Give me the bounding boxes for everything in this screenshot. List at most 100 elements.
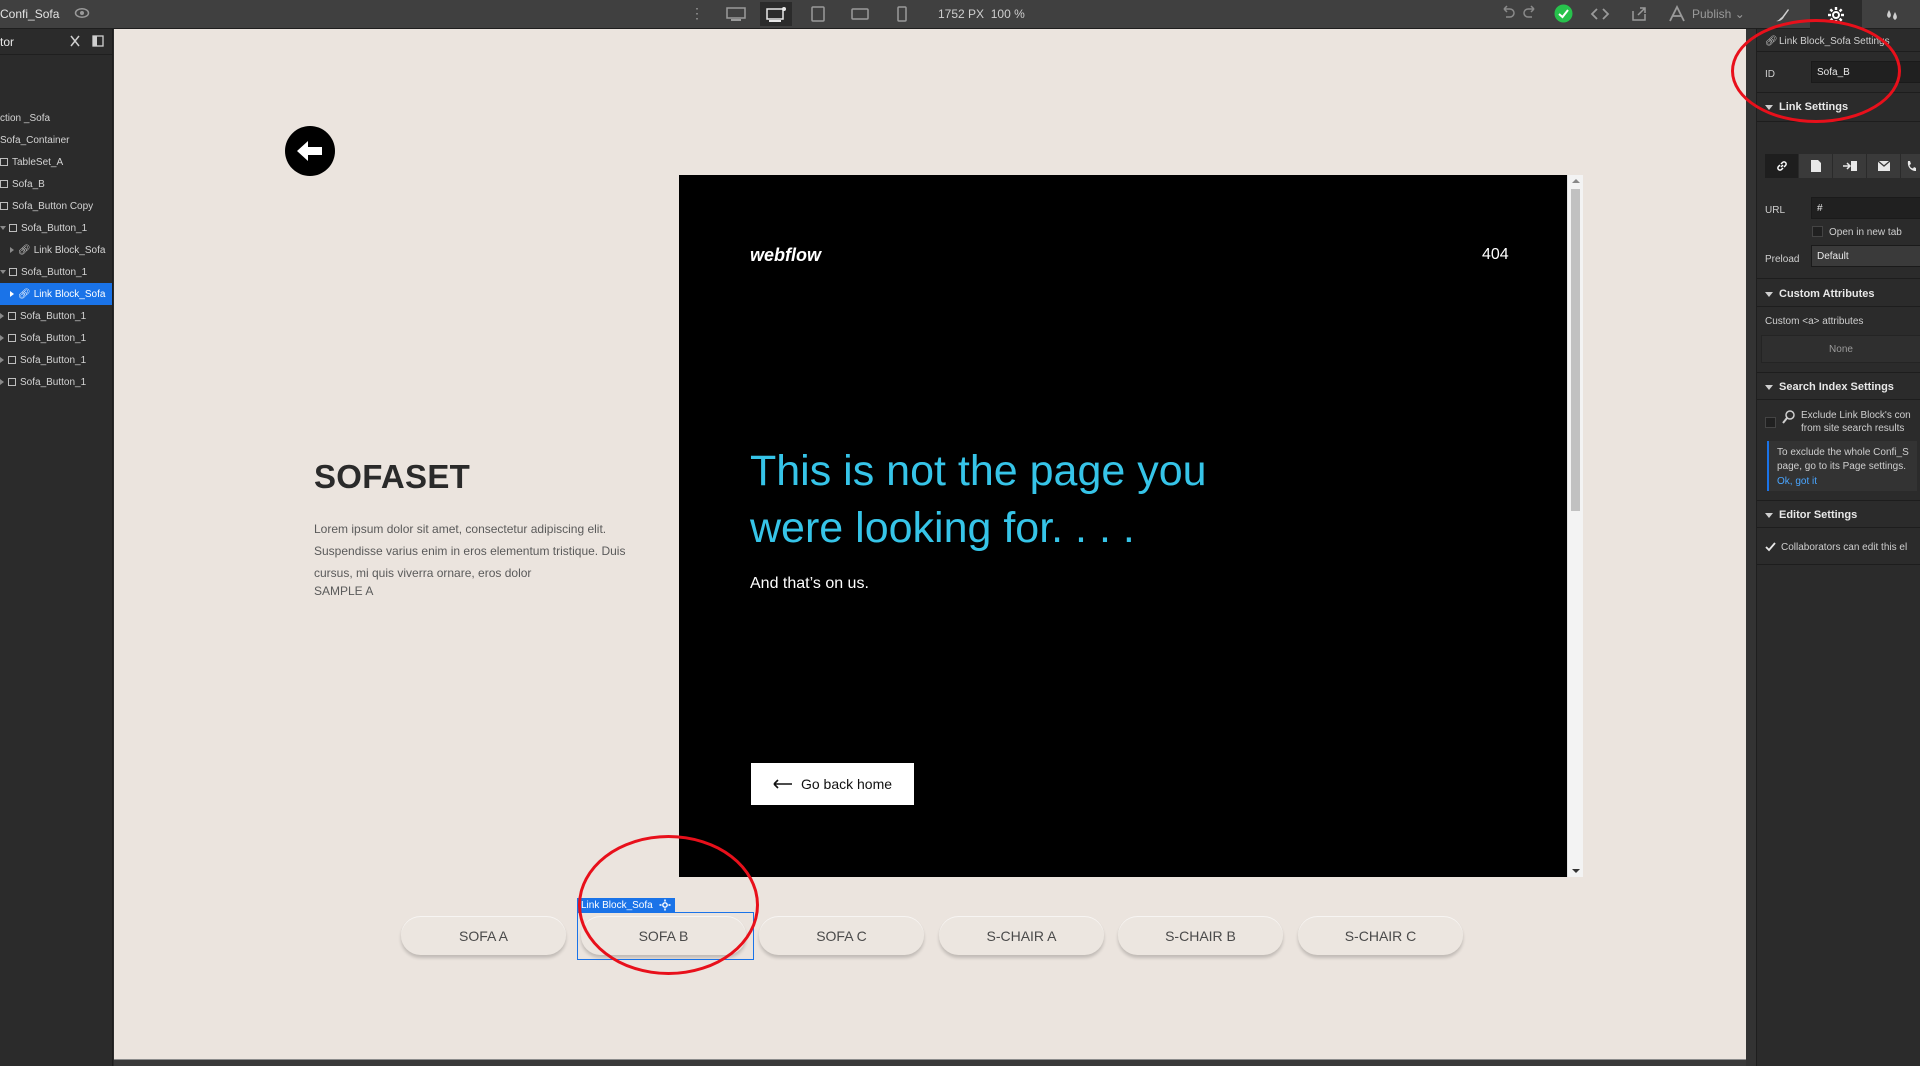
breakpoint-mobile-portrait-icon[interactable] [886,2,918,26]
error-code: 404 [1482,246,1509,263]
link-icon: 🔗︎ [18,288,31,300]
link-type-phone-icon[interactable] [1901,154,1920,178]
sofaset-heading: SOFASET [314,458,471,495]
link-type-page-icon[interactable] [1799,154,1833,178]
tree-item-sofa-button[interactable]: Sofa_Button_1 [0,305,112,327]
tree-item-link-block[interactable]: 🔗︎ Link Block_Sofa [0,239,112,261]
breakpoint-desktop-icon[interactable] [760,2,792,26]
tree-item-label: Sofa_Container [0,134,70,146]
scroll-down-icon[interactable] [1572,869,1580,873]
embedded-404-frame: webflow 404 This is not the page you wer… [679,175,1567,877]
publish-button[interactable]: Publish ⌄ [1692,7,1745,21]
url-input[interactable]: # [1811,197,1920,219]
link-icon: 🔗︎ [18,244,31,256]
s-chair-b-button[interactable]: S-CHAIR B [1118,916,1283,955]
preload-select[interactable]: Default [1811,245,1920,267]
collapse-caret-icon [1765,512,1773,518]
error-headline: This is not the page you were looking fo… [750,447,1207,552]
div-block-icon [8,334,16,342]
tree-item-section[interactable]: ction _Sofa [0,107,112,129]
divider [1757,564,1920,565]
preview-eye-icon[interactable] [74,6,90,20]
breakpoint-tablet-icon[interactable] [802,2,834,26]
go-back-home-button[interactable]: Go back home [751,763,914,805]
check-icon[interactable] [1765,541,1776,552]
tree-item-tableset-a[interactable]: TableSet_A [0,151,112,173]
sofaset-description: Lorem ipsum dolor sit amet, consectetur … [314,522,626,580]
publish-label: Publish [1692,7,1732,21]
code-export-icon[interactable] [1590,6,1610,22]
embed-scrollbar[interactable] [1567,175,1583,877]
status-check-icon [1554,4,1573,23]
dock-panel-icon[interactable] [92,35,104,47]
link-type-url-icon[interactable] [1765,154,1799,178]
tree-item-sofa-button-copy[interactable]: Sofa_Button Copy [0,195,112,217]
annotation-circle-sofa-b [578,835,759,975]
scroll-up-icon[interactable] [1572,179,1580,183]
exclude-search-label: Exclude Link Block's con from site searc… [1801,410,1911,434]
interactions-drops-tab-icon[interactable] [1866,0,1918,29]
section-title: Search Index Settings [1779,381,1894,393]
arrow-left-icon [773,779,792,789]
ok-got-it-link[interactable]: Ok, got it [1777,476,1817,487]
divider [1757,306,1920,307]
divider [1757,527,1920,528]
canvas-bottom-edge [114,1059,1746,1066]
breakpoint-large-desktop-icon[interactable] [720,2,752,26]
div-block-icon [0,202,8,210]
divider [1757,399,1920,400]
custom-attributes-empty: None [1761,335,1920,363]
tree-item-container[interactable]: Sofa_Container [0,129,112,151]
search-index-section-header[interactable]: Search Index Settings [1765,381,1894,393]
s-chair-c-button[interactable]: S-CHAIR C [1298,916,1463,955]
tree-item-sofa-button[interactable]: Sofa_Button_1 [0,349,112,371]
breakpoint-mobile-landscape-icon[interactable] [844,2,876,26]
preload-label: Preload [1765,254,1800,265]
tree-item-label: TableSet_A [12,156,64,168]
s-chair-a-button[interactable]: S-CHAIR A [939,916,1104,955]
expand-caret-icon[interactable] [0,313,4,319]
tree-item-label: Sofa_Button_1 [20,354,87,366]
expand-caret-icon[interactable] [0,357,4,363]
expand-caret-icon[interactable] [0,379,4,385]
undo-icon[interactable] [1500,4,1516,20]
expand-caret-icon[interactable] [10,247,14,253]
design-canvas[interactable]: SOFASET Lorem ipsum dolor sit amet, cons… [114,29,1746,1059]
page-name[interactable]: Confi_Sofa [0,7,59,21]
sofa-c-button[interactable]: SOFA C [759,916,924,955]
tree-item-sofa-button[interactable]: Sofa_Button_1 [0,371,112,393]
divider [1757,500,1920,501]
editor-settings-section-header[interactable]: Editor Settings [1765,509,1857,521]
expand-caret-icon[interactable] [10,291,14,297]
back-arrow-button[interactable] [285,126,335,176]
link-type-section-icon[interactable] [1833,154,1867,178]
open-new-tab-checkbox[interactable] [1812,226,1823,237]
exclude-search-checkbox[interactable] [1765,417,1776,428]
divider [1757,372,1920,373]
expand-caret-icon[interactable] [0,226,6,230]
tree-item-sofa-b[interactable]: Sofa_B [0,173,112,195]
expand-caret-icon[interactable] [0,270,6,274]
expand-caret-icon[interactable] [0,335,4,341]
navigator-panel: tor ction _Sofa Sofa_Container TableSet_… [0,29,113,1066]
share-icon[interactable] [1630,5,1648,23]
link-type-email-icon[interactable] [1867,154,1901,178]
sofa-a-button[interactable]: SOFA A [401,916,566,955]
tree-item-label: Sofa_Button_1 [20,332,87,344]
tree-item-label: Sofa_Button_1 [21,222,88,234]
close-icon[interactable] [70,35,80,47]
canvas-scrollbar[interactable] [1746,29,1756,1066]
tree-item-link-block-selected[interactable]: 🔗︎ Link Block_Sofa [0,283,112,305]
tree-item-sofa-button[interactable]: Sofa_Button_1 [0,217,112,239]
top-toolbar: Confi_Sofa ⋮ 1752 PX 100 % Publish ⌄ [0,0,1920,29]
custom-attributes-section-header[interactable]: Custom Attributes [1765,288,1875,300]
custom-a-attributes-label: Custom <a> attributes [1765,316,1864,327]
div-block-icon [9,268,17,276]
scroll-thumb[interactable] [1571,189,1580,511]
tree-item-label: Sofa_Button_1 [20,376,87,388]
tree-item-sofa-button[interactable]: Sofa_Button_1 [0,261,112,283]
error-subtext: And that’s on us. [750,575,869,592]
redo-icon[interactable] [1522,4,1538,20]
more-options-icon[interactable]: ⋮ [690,5,704,22]
tree-item-sofa-button[interactable]: Sofa_Button_1 [0,327,112,349]
